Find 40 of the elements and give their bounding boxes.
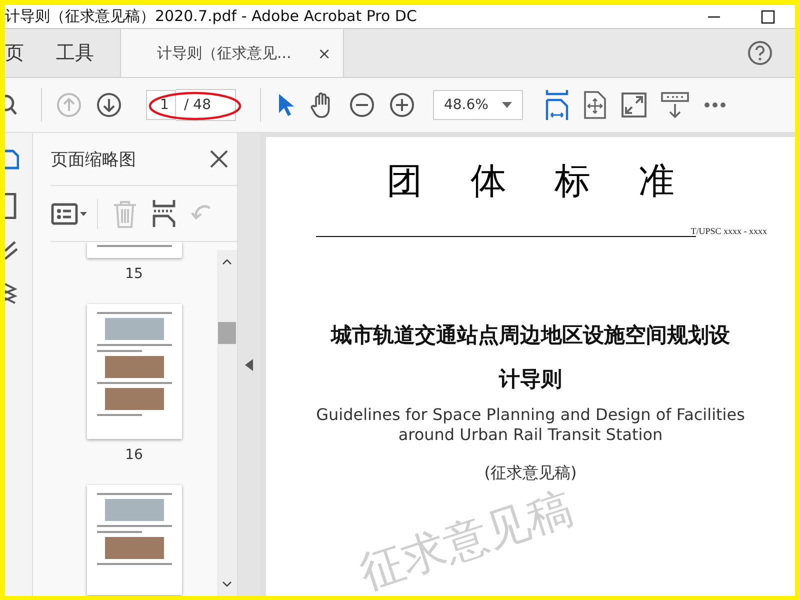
collapse-arrow-icon[interactable] xyxy=(245,358,253,370)
page-number-label: 15 xyxy=(125,266,143,282)
arrow-down-icon[interactable] xyxy=(96,92,122,118)
options-icon[interactable] xyxy=(51,202,89,224)
help-icon[interactable] xyxy=(747,40,773,66)
layers-icon[interactable] xyxy=(5,281,19,305)
zoom-field[interactable]: 48.6% xyxy=(432,90,523,120)
panel-title: 页面缩略图 xyxy=(51,148,136,170)
insert-page-icon[interactable] xyxy=(152,200,176,228)
english-title: Guidelines for Space Planning and Design of Facilities around Urban Rail Transit Station xyxy=(316,405,745,445)
maximize-icon[interactable] xyxy=(761,10,775,24)
scroll-up-icon[interactable] xyxy=(222,258,232,266)
scrollbar-thumb[interactable] xyxy=(218,322,236,344)
fit-page-icon[interactable] xyxy=(544,90,569,120)
draft-note: (征求意见稿) xyxy=(484,463,577,484)
search-icon[interactable] xyxy=(5,93,17,117)
scroll-down-icon[interactable] xyxy=(222,580,232,588)
document-tab-label: 计导则（征求意见... xyxy=(157,44,292,62)
page-thumbnail[interactable] xyxy=(86,304,182,439)
close-icon[interactable] xyxy=(209,149,229,169)
page-thumbnail[interactable] xyxy=(86,485,182,595)
keyboard-download-icon[interactable] xyxy=(660,91,689,119)
page-move-icon[interactable] xyxy=(582,91,607,119)
document-title: 城市轨道交通站点周边地区设施空间规划设 计导则 xyxy=(331,322,730,393)
scrollbar-track[interactable] xyxy=(217,250,237,596)
page-number-label: 16 xyxy=(125,447,143,463)
bookmark-icon[interactable] xyxy=(5,193,19,219)
standard-code: T/UPSC xxxx - xxxx xyxy=(690,226,767,236)
dropdown-caret-icon[interactable] xyxy=(502,102,512,108)
window-title: 计导则（征求意见稿）2020.7.pdf - Adobe Acrobat Pro DC xyxy=(5,7,417,26)
document-tab[interactable]: 计导则（征求意见... × xyxy=(120,29,344,77)
close-tab-button[interactable]: × xyxy=(316,44,333,62)
zoom-in-icon[interactable] xyxy=(388,92,415,118)
zoom-out-icon[interactable] xyxy=(348,92,375,118)
more-icon[interactable] xyxy=(702,101,727,109)
nav-tab[interactable]: 工具 xyxy=(56,29,106,77)
nav-tab[interactable]: 页 xyxy=(5,29,36,77)
document-heading: 团体标准 xyxy=(386,160,722,204)
fullscreen-icon[interactable] xyxy=(620,92,647,118)
page-thumbnail[interactable] xyxy=(86,242,182,258)
